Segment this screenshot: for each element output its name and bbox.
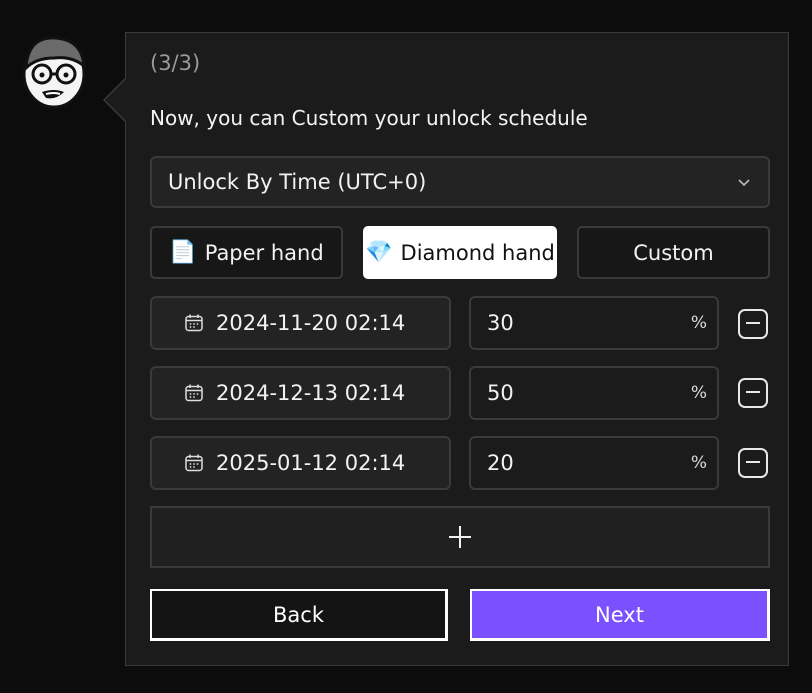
- dialog-prompt: Now, you can Custom your unlock schedule: [150, 106, 588, 130]
- next-button[interactable]: Next: [470, 589, 770, 641]
- calendar-icon: [185, 384, 203, 402]
- plus-icon: [449, 526, 471, 548]
- preset-label: Custom: [633, 240, 714, 265]
- calendar-icon: [185, 454, 203, 472]
- preset-label: Diamond hand: [400, 240, 555, 265]
- preset-paper-hand[interactable]: 📄 Paper hand: [150, 226, 343, 279]
- percent-unit: %: [690, 383, 707, 403]
- schedule-date-input[interactable]: 2024-12-13 02:14: [150, 366, 451, 420]
- percent-unit: %: [690, 313, 707, 333]
- remove-row-button[interactable]: [738, 309, 768, 339]
- step-indicator: (3/3): [150, 51, 201, 75]
- schedule-date-value: 2024-12-13 02:14: [216, 381, 406, 405]
- remove-row-button[interactable]: [738, 378, 768, 408]
- schedule-percent-value: 20: [487, 451, 514, 475]
- schedule-date-value: 2024-11-20 02:14: [216, 311, 406, 335]
- schedule-date-input[interactable]: 2024-11-20 02:14: [150, 296, 451, 350]
- unlock-mode-value: Unlock By Time (UTC+0): [168, 170, 427, 194]
- schedule-dialog: (3/3) Now, you can Custom your unlock sc…: [125, 32, 789, 666]
- schedule-percent-input[interactable]: 30 %: [469, 296, 719, 350]
- unlock-mode-select[interactable]: Unlock By Time (UTC+0): [150, 156, 770, 208]
- schedule-date-value: 2025-01-12 02:14: [216, 451, 406, 475]
- remove-row-button[interactable]: [738, 448, 768, 478]
- schedule-date-input[interactable]: 2025-01-12 02:14: [150, 436, 451, 490]
- percent-unit: %: [690, 453, 707, 473]
- avatar: [16, 30, 92, 110]
- schedule-percent-input[interactable]: 50 %: [469, 366, 719, 420]
- preset-label: Paper hand: [204, 240, 324, 265]
- add-row-button[interactable]: [150, 506, 770, 568]
- preset-custom[interactable]: Custom: [577, 226, 770, 279]
- schedule-percent-value: 50: [487, 381, 514, 405]
- diamond-icon: 💎: [365, 240, 393, 265]
- schedule-percent-value: 30: [487, 311, 514, 335]
- paper-icon: 📄: [169, 240, 197, 265]
- schedule-percent-input[interactable]: 20 %: [469, 436, 719, 490]
- chevron-down-icon: [738, 179, 750, 187]
- back-button[interactable]: Back: [150, 589, 448, 641]
- preset-diamond-hand[interactable]: 💎 Diamond hand: [363, 226, 557, 279]
- speech-bubble-pointer: [103, 78, 147, 122]
- calendar-icon: [185, 314, 203, 332]
